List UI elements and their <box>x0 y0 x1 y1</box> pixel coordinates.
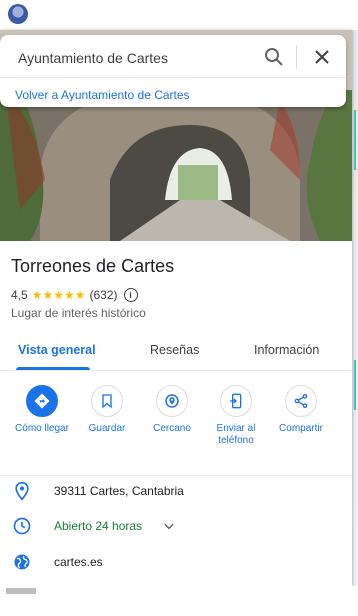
search-card: Volver a Ayuntamiento de Cartes <box>0 35 346 107</box>
place-panel: Volver a Ayuntamiento de Cartes Torreone… <box>0 30 352 586</box>
website-row[interactable]: cartes.es <box>0 547 352 579</box>
minimap-thumbnail[interactable] <box>6 588 36 594</box>
directions-label: Cómo llegar <box>15 423 69 434</box>
address-row[interactable]: 39311 Cartes, Cantabria <box>0 476 352 508</box>
avatar[interactable] <box>8 4 28 24</box>
tab-info[interactable]: Información <box>254 343 319 357</box>
rating-value: 4,5 <box>11 288 28 302</box>
send-to-phone-button[interactable]: Enviar al teléfono <box>202 385 270 447</box>
info-icon[interactable]: i <box>123 288 138 302</box>
website-text: cartes.es <box>54 555 103 569</box>
send-to-phone-label: Enviar al teléfono <box>216 423 256 446</box>
place-title: Torreones de Cartes <box>11 256 175 276</box>
share-icon <box>294 394 308 408</box>
globe-icon <box>14 554 30 570</box>
send-to-phone-icon <box>230 393 242 409</box>
rating-stars: ★★★★★ <box>31 288 86 302</box>
close-button[interactable] <box>310 45 334 69</box>
top-bar <box>0 0 358 30</box>
directions-button[interactable]: Cómo llegar <box>8 385 76 435</box>
search-button[interactable] <box>262 45 286 69</box>
clock-icon <box>13 517 31 535</box>
tab-bar: Vista general Reseñas Información <box>0 332 352 371</box>
tab-reviews[interactable]: Reseñas <box>150 343 199 357</box>
tab-overview[interactable]: Vista general <box>18 343 96 357</box>
save-label: Guardar <box>88 423 126 434</box>
search-input[interactable] <box>18 48 248 68</box>
action-buttons: Cómo llegar Guardar Cercano Enviar al te… <box>0 385 352 465</box>
search-separator <box>296 45 297 69</box>
map-edge[interactable] <box>352 30 358 586</box>
bookmark-icon <box>102 394 112 409</box>
review-count[interactable]: (632) <box>89 288 117 302</box>
hours-row[interactable]: Abierto 24 horas <box>0 511 352 543</box>
share-button[interactable]: Compartir <box>267 385 335 435</box>
rating-row: 4,5 ★★★★★ (632) i <box>11 288 138 302</box>
place-category[interactable]: Lugar de interés histórico <box>11 306 146 320</box>
bottom-bar <box>0 586 358 616</box>
location-pin-icon <box>15 481 29 501</box>
search-divider <box>0 77 346 78</box>
directions-icon <box>34 393 50 409</box>
active-tab-indicator <box>16 367 90 370</box>
nearby-icon <box>165 394 179 408</box>
chevron-down-icon[interactable] <box>162 519 176 533</box>
address-text: 39311 Cartes, Cantabria <box>54 484 184 498</box>
nearby-label: Cercano <box>153 423 191 434</box>
back-link[interactable]: Volver a Ayuntamiento de Cartes <box>15 88 190 102</box>
hours-text: Abierto 24 horas <box>54 519 143 533</box>
place-photo[interactable]: Volver a Ayuntamiento de Cartes <box>0 30 352 241</box>
save-button[interactable]: Guardar <box>73 385 141 435</box>
nearby-button[interactable]: Cercano <box>138 385 206 435</box>
share-label: Compartir <box>279 423 323 434</box>
search-icon <box>265 48 283 66</box>
close-icon <box>315 50 329 64</box>
